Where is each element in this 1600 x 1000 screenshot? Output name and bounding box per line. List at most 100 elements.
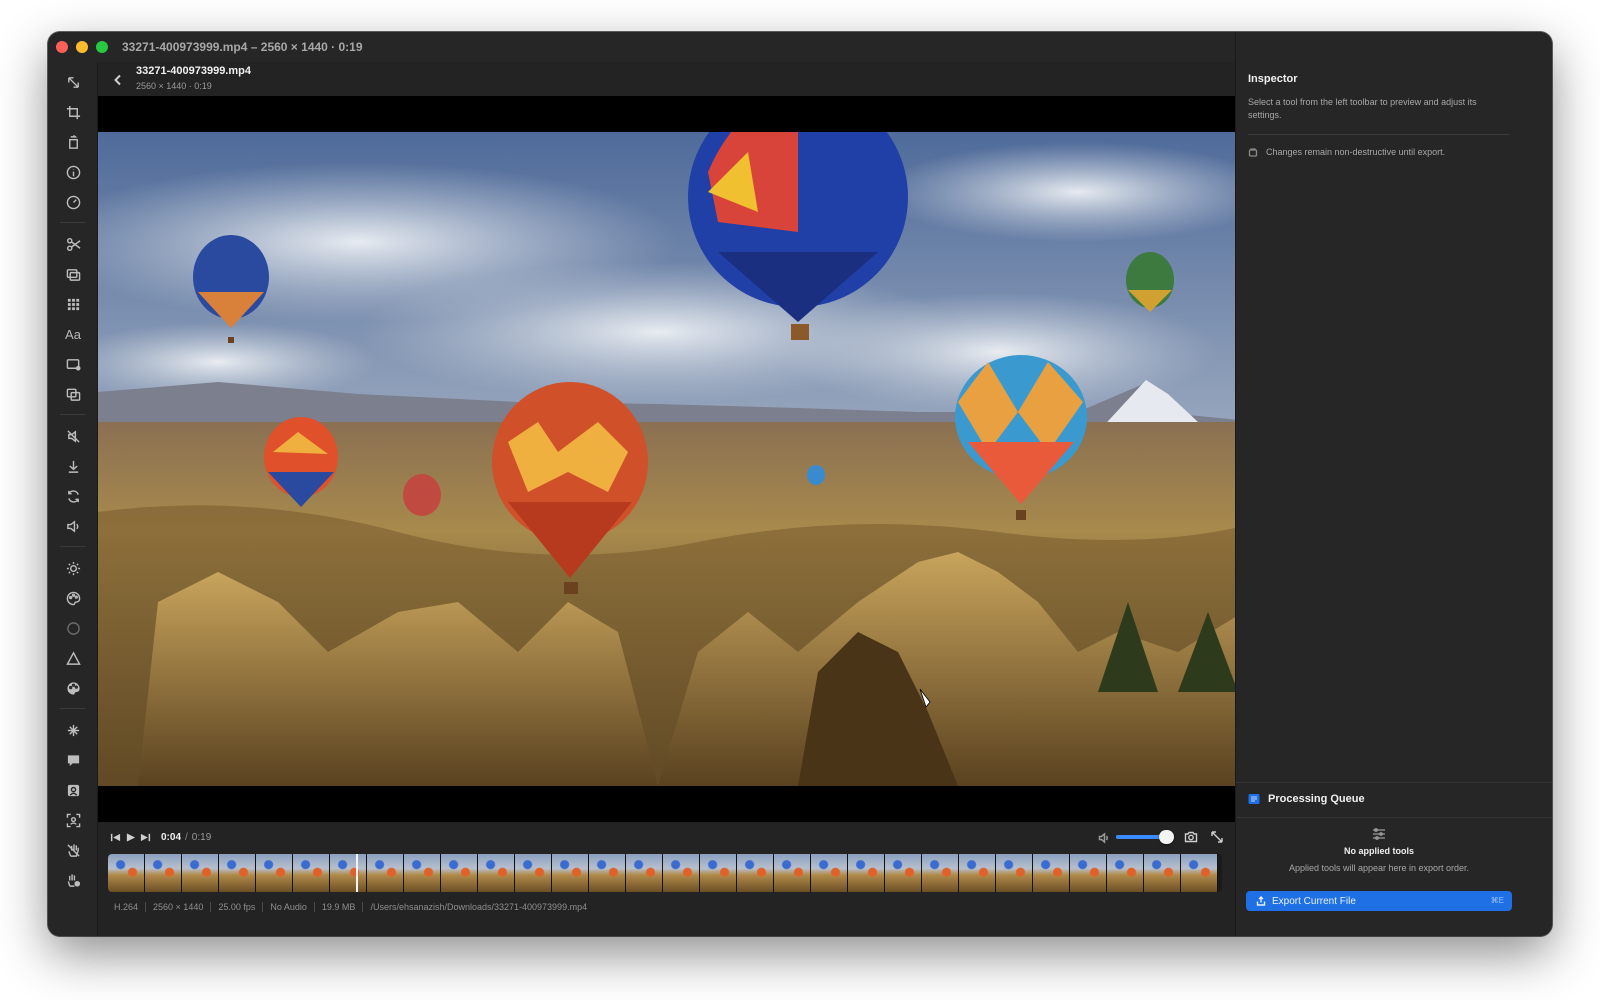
video-preview[interactable]	[98, 96, 1260, 822]
download-tool-button[interactable]	[60, 454, 86, 478]
inspector-panel: Inspector Select a tool from the left to…	[1235, 32, 1552, 782]
denoise-tool-button[interactable]	[60, 718, 86, 742]
subtitle-tool-button[interactable]	[60, 748, 86, 772]
grid-tool-button[interactable]	[60, 292, 86, 316]
timeline-thumbnail	[885, 854, 922, 892]
minimize-window-button[interactable]	[76, 41, 88, 53]
queue-header: Processing Queue	[1248, 793, 1365, 805]
sharpen-tool-button[interactable]	[60, 646, 86, 670]
snapshot-button[interactable]	[1184, 830, 1200, 844]
skip-forward-icon	[140, 833, 151, 841]
mute-tool-button[interactable]	[60, 424, 86, 448]
gesture-tool-button[interactable]	[60, 868, 86, 892]
timeline-thumbnail	[1144, 854, 1181, 892]
text-tool-button[interactable]: Aa	[60, 322, 86, 346]
layers-tool-button[interactable]	[60, 262, 86, 286]
speed-tool-button[interactable]	[60, 190, 86, 214]
queue-divider	[1236, 817, 1552, 818]
back-button[interactable]	[108, 70, 128, 90]
status-divider	[145, 902, 147, 912]
filepath-info: /Users/ehsanazish/Downloads/33271-400973…	[370, 902, 588, 912]
portrait-tool-button[interactable]	[60, 778, 86, 802]
face-frame-icon	[66, 813, 80, 827]
hand-settings-icon	[67, 873, 80, 887]
play-button[interactable]	[123, 830, 138, 844]
crop-tool-button[interactable]	[60, 100, 86, 124]
toolbar-divider	[60, 708, 86, 709]
file-header: 33271-400973999.mp4 2560 × 1440 · 0:19	[98, 62, 1260, 96]
arrows-diagonal-icon	[67, 76, 79, 88]
export-label: Export Current File	[1272, 895, 1356, 907]
timeline-thumbnail	[293, 854, 330, 892]
timeline-thumbnail	[108, 854, 145, 892]
crop-icon	[66, 105, 80, 119]
stabilize-tool-button[interactable]	[60, 838, 86, 862]
skip-back-button[interactable]	[108, 830, 123, 844]
queue-list-icon	[1248, 794, 1260, 804]
overlay-tool-button[interactable]	[60, 352, 86, 376]
resize-tool-button[interactable]	[60, 70, 86, 94]
volume-tool-button[interactable]	[60, 514, 86, 538]
timeline-thumbnail	[145, 854, 182, 892]
layers-icon	[66, 268, 80, 281]
toolbar-divider	[60, 222, 86, 223]
chevron-left-icon	[114, 74, 121, 86]
palette-filled-icon	[66, 681, 80, 695]
timeline-playhead[interactable]	[356, 854, 359, 892]
queue-empty-subtitle: Applied tools will appear here in export…	[1288, 863, 1470, 873]
lock-icon	[1248, 148, 1258, 157]
trim-tool-button[interactable]	[60, 232, 86, 256]
grid-icon	[67, 298, 79, 310]
close-window-button[interactable]	[56, 41, 68, 53]
rotate-tool-button[interactable]	[60, 130, 86, 154]
face-tool-button[interactable]	[60, 808, 86, 832]
timeline-thumbnail	[1181, 854, 1218, 892]
duplicate-tool-button[interactable]	[60, 382, 86, 406]
rotate-square-icon	[68, 134, 78, 149]
volume-slider[interactable]	[1116, 830, 1174, 844]
zoom-window-button[interactable]	[96, 41, 108, 53]
left-toolbar: Aa	[48, 62, 98, 936]
status-divider	[362, 902, 364, 912]
timeline-thumbnail	[1070, 854, 1107, 892]
speech-bubble-icon	[67, 754, 79, 766]
volume-icon[interactable]	[1098, 831, 1111, 844]
timeline-thumbnail	[552, 854, 589, 892]
loop-tool-button[interactable]	[60, 484, 86, 508]
overlay-icon	[66, 358, 81, 371]
timeline-scrubber[interactable]	[108, 854, 1222, 892]
vignette-tool-button[interactable]	[60, 616, 86, 640]
balloon	[403, 474, 441, 516]
balloon	[807, 465, 825, 485]
timeline-thumbnail	[663, 854, 700, 892]
timeline-thumbnail	[441, 854, 478, 892]
brightness-tool-button[interactable]	[60, 556, 86, 580]
queue-empty-title: No applied tools	[1343, 846, 1414, 856]
color-tool-button[interactable]	[60, 586, 86, 610]
timeline-thumbnail	[1107, 854, 1144, 892]
export-current-file-button[interactable]: Export Current File ⌘E	[1246, 891, 1512, 911]
inspector-note-text: Changes remain non-destructive until exp…	[1266, 147, 1446, 157]
gauge-icon	[66, 195, 80, 209]
timeline-thumbnail	[959, 854, 996, 892]
text-aa-icon: Aa	[65, 326, 81, 342]
video-frame	[98, 132, 1260, 786]
palette-icon	[66, 591, 80, 605]
inspector-title: Inspector	[1248, 73, 1298, 85]
skip-back-icon	[110, 833, 121, 841]
skip-forward-button[interactable]	[138, 830, 153, 844]
filter-tool-button[interactable]	[60, 676, 86, 700]
camera-icon	[1184, 831, 1198, 843]
timeline-thumbnail	[219, 854, 256, 892]
playback-controls: 0:04 / 0:19	[98, 822, 1260, 852]
timeline-thumbnail	[367, 854, 404, 892]
resolution-info: 2560 × 1440	[153, 902, 204, 912]
title-bar: 33271-400973999.mp4 – 2560 × 1440 · 0:19	[48, 32, 1260, 62]
volume-slider-knob[interactable]	[1158, 830, 1174, 844]
status-divider	[210, 902, 212, 912]
fullscreen-button[interactable]	[1210, 830, 1226, 844]
timeline-thumbnail	[737, 854, 774, 892]
info-tool-button[interactable]	[60, 160, 86, 184]
status-divider	[262, 902, 264, 912]
circle-icon	[66, 621, 80, 635]
